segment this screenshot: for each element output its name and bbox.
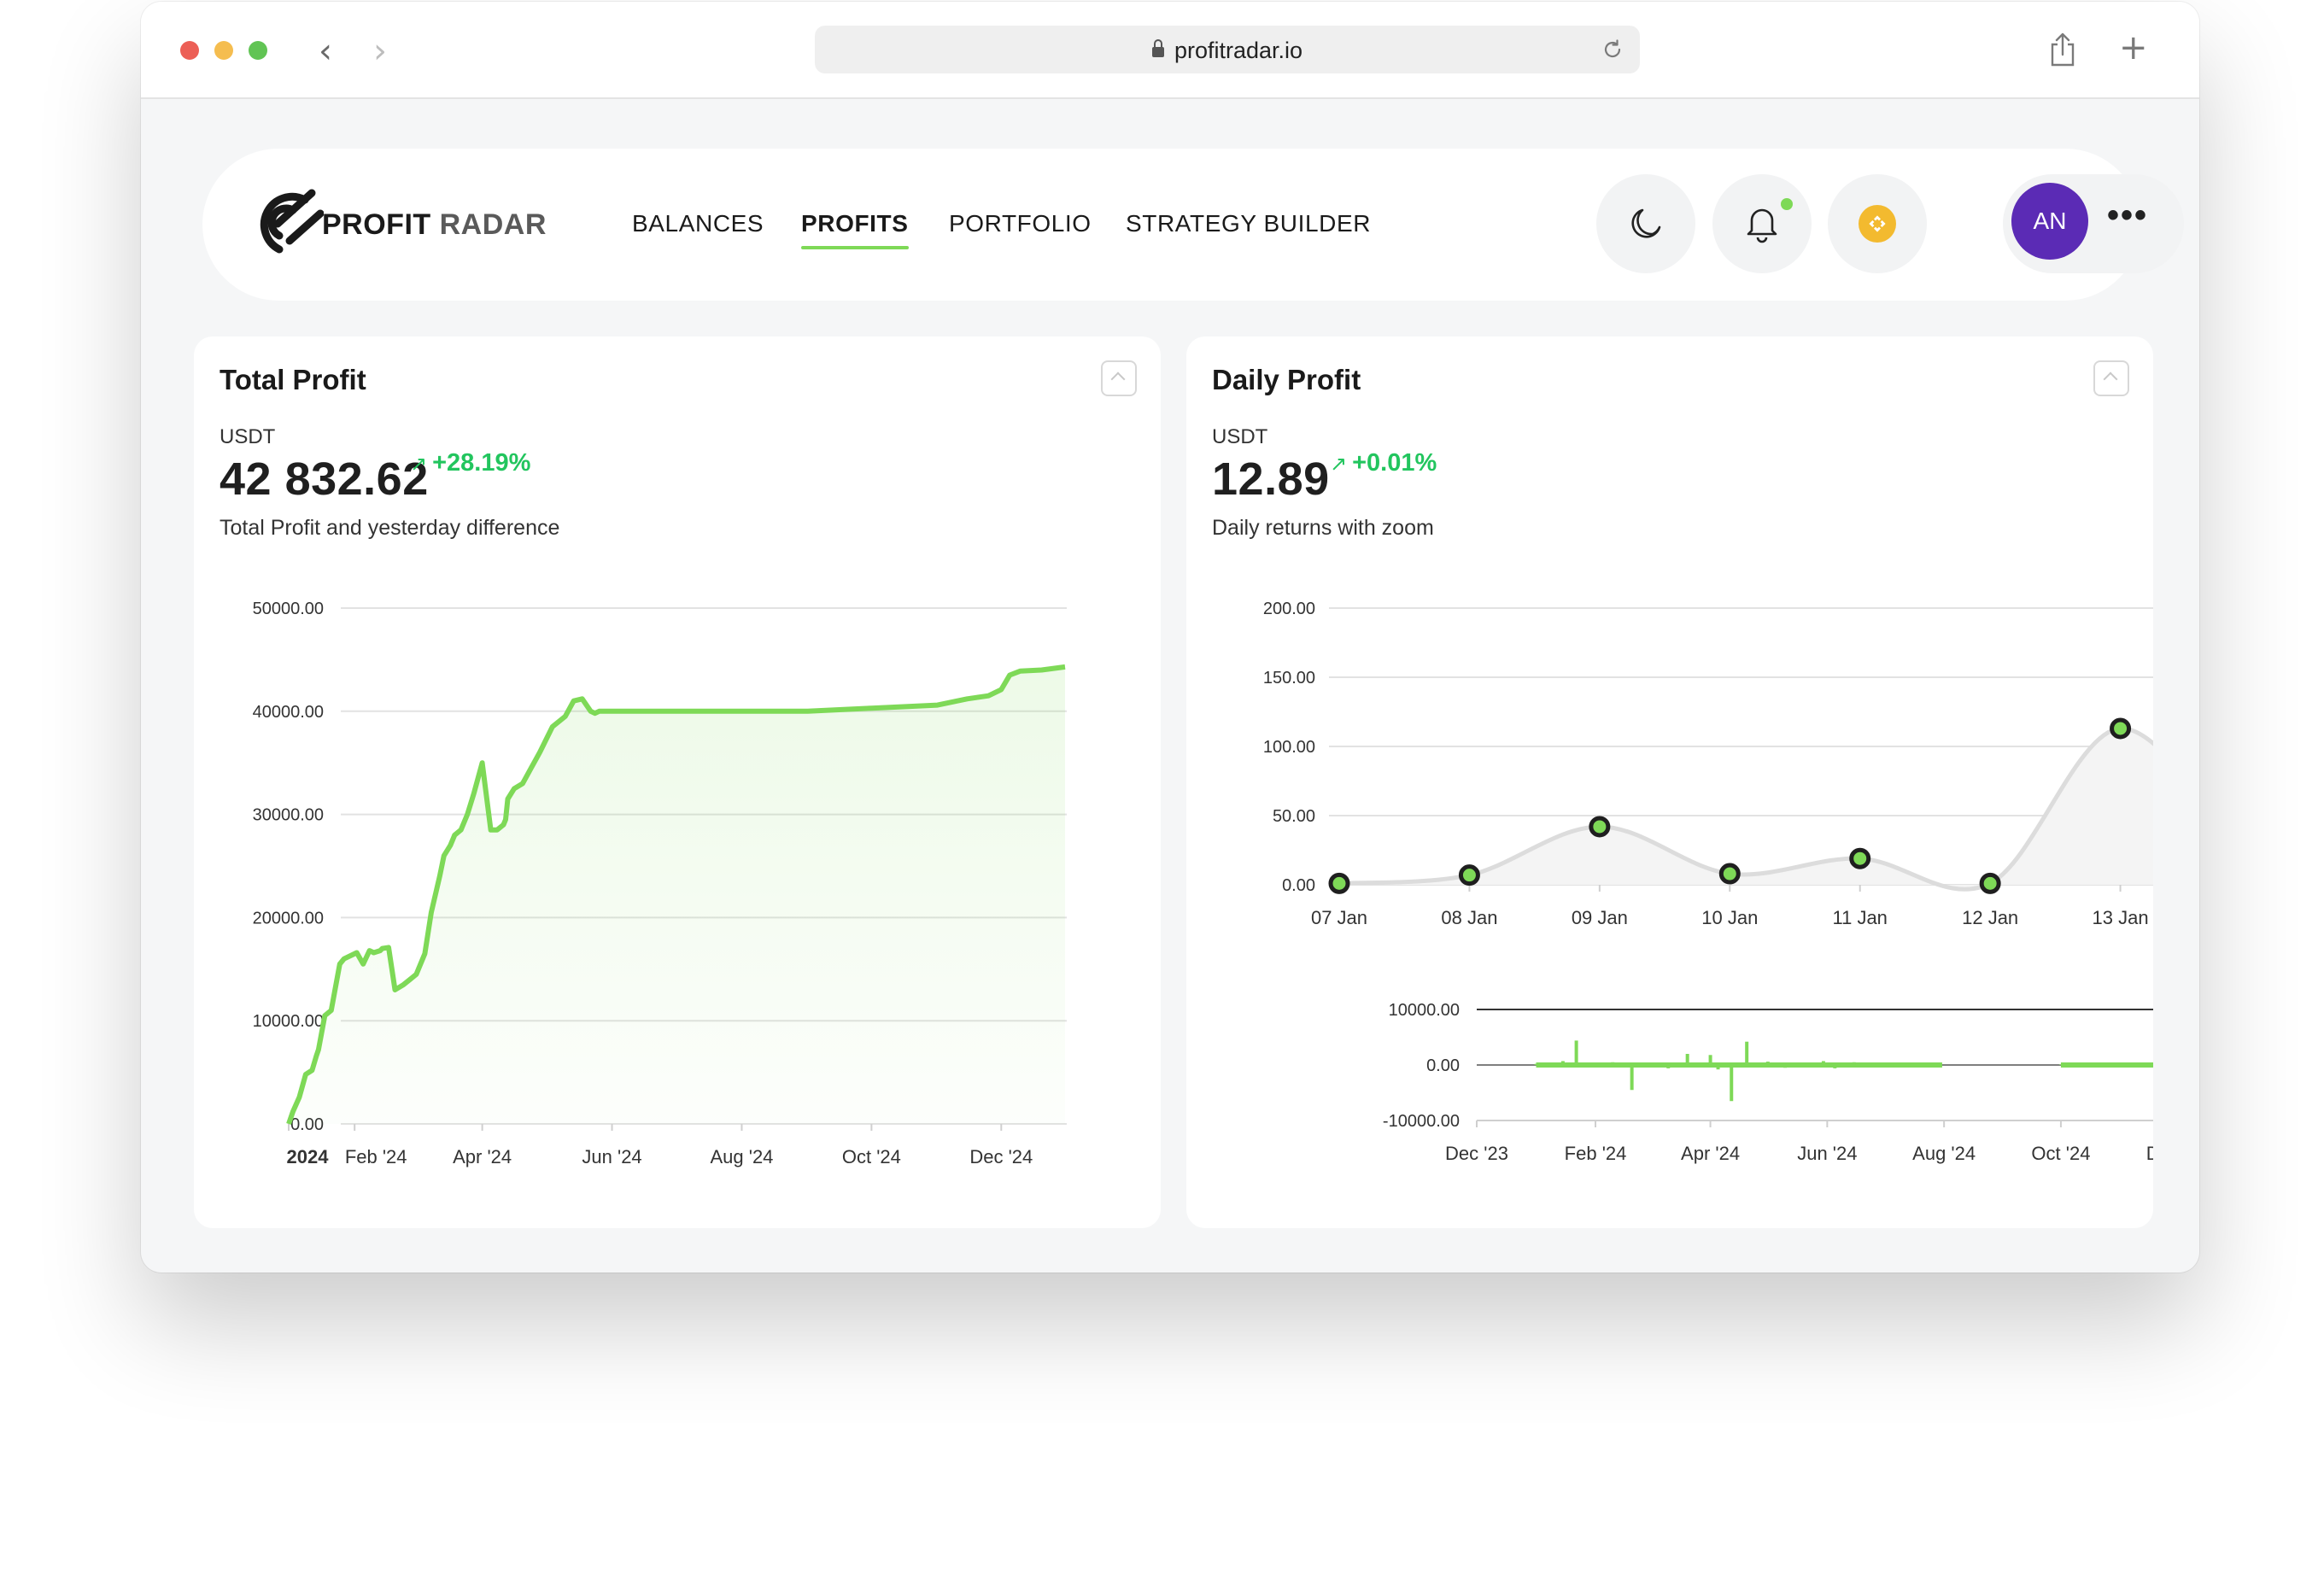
- profit-area: [289, 666, 1065, 1124]
- minimize-window-button[interactable]: [214, 41, 233, 60]
- more-options-icon[interactable]: •••: [2107, 198, 2148, 232]
- nav-item-balances[interactable]: BALANCES: [632, 210, 764, 237]
- data-point: [1849, 847, 1871, 869]
- total-profit-card: Total Profit USDT 42 832.62 ↗ +28.19% Tot…: [194, 336, 1161, 1228]
- brand-name-part2: RADAR: [439, 208, 547, 241]
- x-tick-label: Dec '24: [969, 1146, 1033, 1167]
- y-tick-label: 20000.00: [253, 909, 324, 927]
- share-icon[interactable]: [2047, 31, 2078, 68]
- active-tab-underline: [801, 246, 909, 249]
- x-tick-label: Oct '24: [2031, 1143, 2090, 1164]
- browser-titlebar: ‹ › profitradar.io +: [141, 2, 2199, 99]
- forward-icon[interactable]: ›: [373, 34, 387, 68]
- data-point: [1328, 872, 1350, 894]
- back-icon[interactable]: ‹: [319, 34, 332, 68]
- x-tick-label: Jun '24: [1797, 1143, 1857, 1164]
- y-tick-label: 150.00: [1263, 669, 1315, 688]
- x-tick-label: 2024: [287, 1146, 330, 1167]
- zoom-window-button[interactable]: [249, 41, 267, 60]
- x-tick-label: 07 Jan: [1311, 907, 1367, 928]
- data-point: [1589, 816, 1611, 838]
- y-tick-label: 0.00: [1426, 1056, 1460, 1075]
- browser-window: ‹ › profitradar.io + PROFIT RADAR BALANC…: [141, 2, 2199, 1273]
- x-tick-label: Feb '24: [1565, 1143, 1627, 1164]
- y-tick-label: 30000.00: [253, 806, 324, 825]
- lock-icon: [1151, 39, 1164, 57]
- y-tick-label: 40000.00: [253, 703, 324, 722]
- daily-profit-card: Daily Profit USDT 12.89 ↗ +0.01% Daily re…: [1186, 336, 2153, 1228]
- x-tick-label: Aug '24: [1912, 1143, 1976, 1164]
- x-tick-label: Apr '24: [453, 1146, 512, 1167]
- y-tick-label: 10000.00: [253, 1012, 324, 1031]
- top-navigation: PROFIT RADAR BALANCES PROFITS PORTFOLIO …: [202, 149, 2184, 301]
- notifications-button[interactable]: [1712, 174, 1812, 273]
- nav-item-strategy-builder[interactable]: STRATEGY BUILDER: [1126, 210, 1371, 237]
- x-tick-label: 11 Jan: [1833, 907, 1888, 928]
- data-point: [1458, 864, 1480, 886]
- close-window-button[interactable]: [180, 41, 199, 60]
- x-tick-label: Jun '24: [582, 1146, 641, 1167]
- x-tick-label: 10 Jan: [1701, 907, 1758, 928]
- moon-icon: [1631, 208, 1661, 238]
- bell-icon: [1747, 208, 1777, 243]
- x-tick-label: 09 Jan: [1572, 907, 1628, 928]
- y-tick-label: 100.00: [1263, 738, 1315, 757]
- x-tick-label: 13 Jan: [2093, 907, 2149, 928]
- reload-icon[interactable]: [1601, 38, 1624, 61]
- x-tick-label: Feb '24: [345, 1146, 407, 1167]
- avatar[interactable]: AN: [2011, 183, 2088, 260]
- data-point: [1979, 872, 2001, 894]
- exchange-button[interactable]: [1828, 174, 1927, 273]
- y-tick-label: 0.00: [1282, 876, 1315, 895]
- new-tab-icon[interactable]: +: [2119, 29, 2148, 67]
- x-tick-label: 12 Jan: [1962, 907, 2018, 928]
- data-point: [2110, 717, 2132, 740]
- x-tick-label: 08 Jan: [1441, 907, 1497, 928]
- binance-icon: [1859, 205, 1896, 243]
- address-bar[interactable]: profitradar.io: [815, 26, 1640, 73]
- notification-dot-icon: [1779, 196, 1794, 212]
- y-tick-label: 10000.00: [1389, 1001, 1460, 1020]
- theme-toggle-button[interactable]: [1596, 174, 1695, 273]
- profit-radar-logo-icon: [260, 189, 324, 254]
- nav-item-profits[interactable]: PROFITS: [801, 210, 909, 249]
- daily-profit-chart[interactable]: 0.00 50.00 100.00 150.00 200.00 07 Jan 08 Jan 0…: [1186, 336, 2153, 1228]
- brand-name[interactable]: PROFIT RADAR: [322, 208, 547, 242]
- y-tick-label: 200.00: [1263, 600, 1315, 618]
- y-tick-label: 50000.00: [253, 600, 324, 618]
- x-tick-label: Aug '24: [710, 1146, 773, 1167]
- nav-item-portfolio[interactable]: PORTFOLIO: [949, 210, 1092, 237]
- y-tick-label: -10000.00: [1383, 1112, 1460, 1131]
- x-tick-label: Dec '23: [1445, 1143, 1508, 1164]
- url-text: profitradar.io: [1174, 38, 1303, 63]
- y-tick-label: 50.00: [1273, 807, 1315, 826]
- x-tick-label: Apr '24: [1681, 1143, 1740, 1164]
- daily-area: [1339, 728, 2153, 890]
- data-point: [1718, 863, 1741, 885]
- brand-name-part1: PROFIT: [322, 208, 431, 241]
- x-tick-label: Oct '24: [842, 1146, 901, 1167]
- x-tick-label: Dec '24: [2146, 1143, 2153, 1164]
- total-profit-chart[interactable]: 0.0010000.0020000.0030000.0040000.005000…: [194, 336, 1161, 1228]
